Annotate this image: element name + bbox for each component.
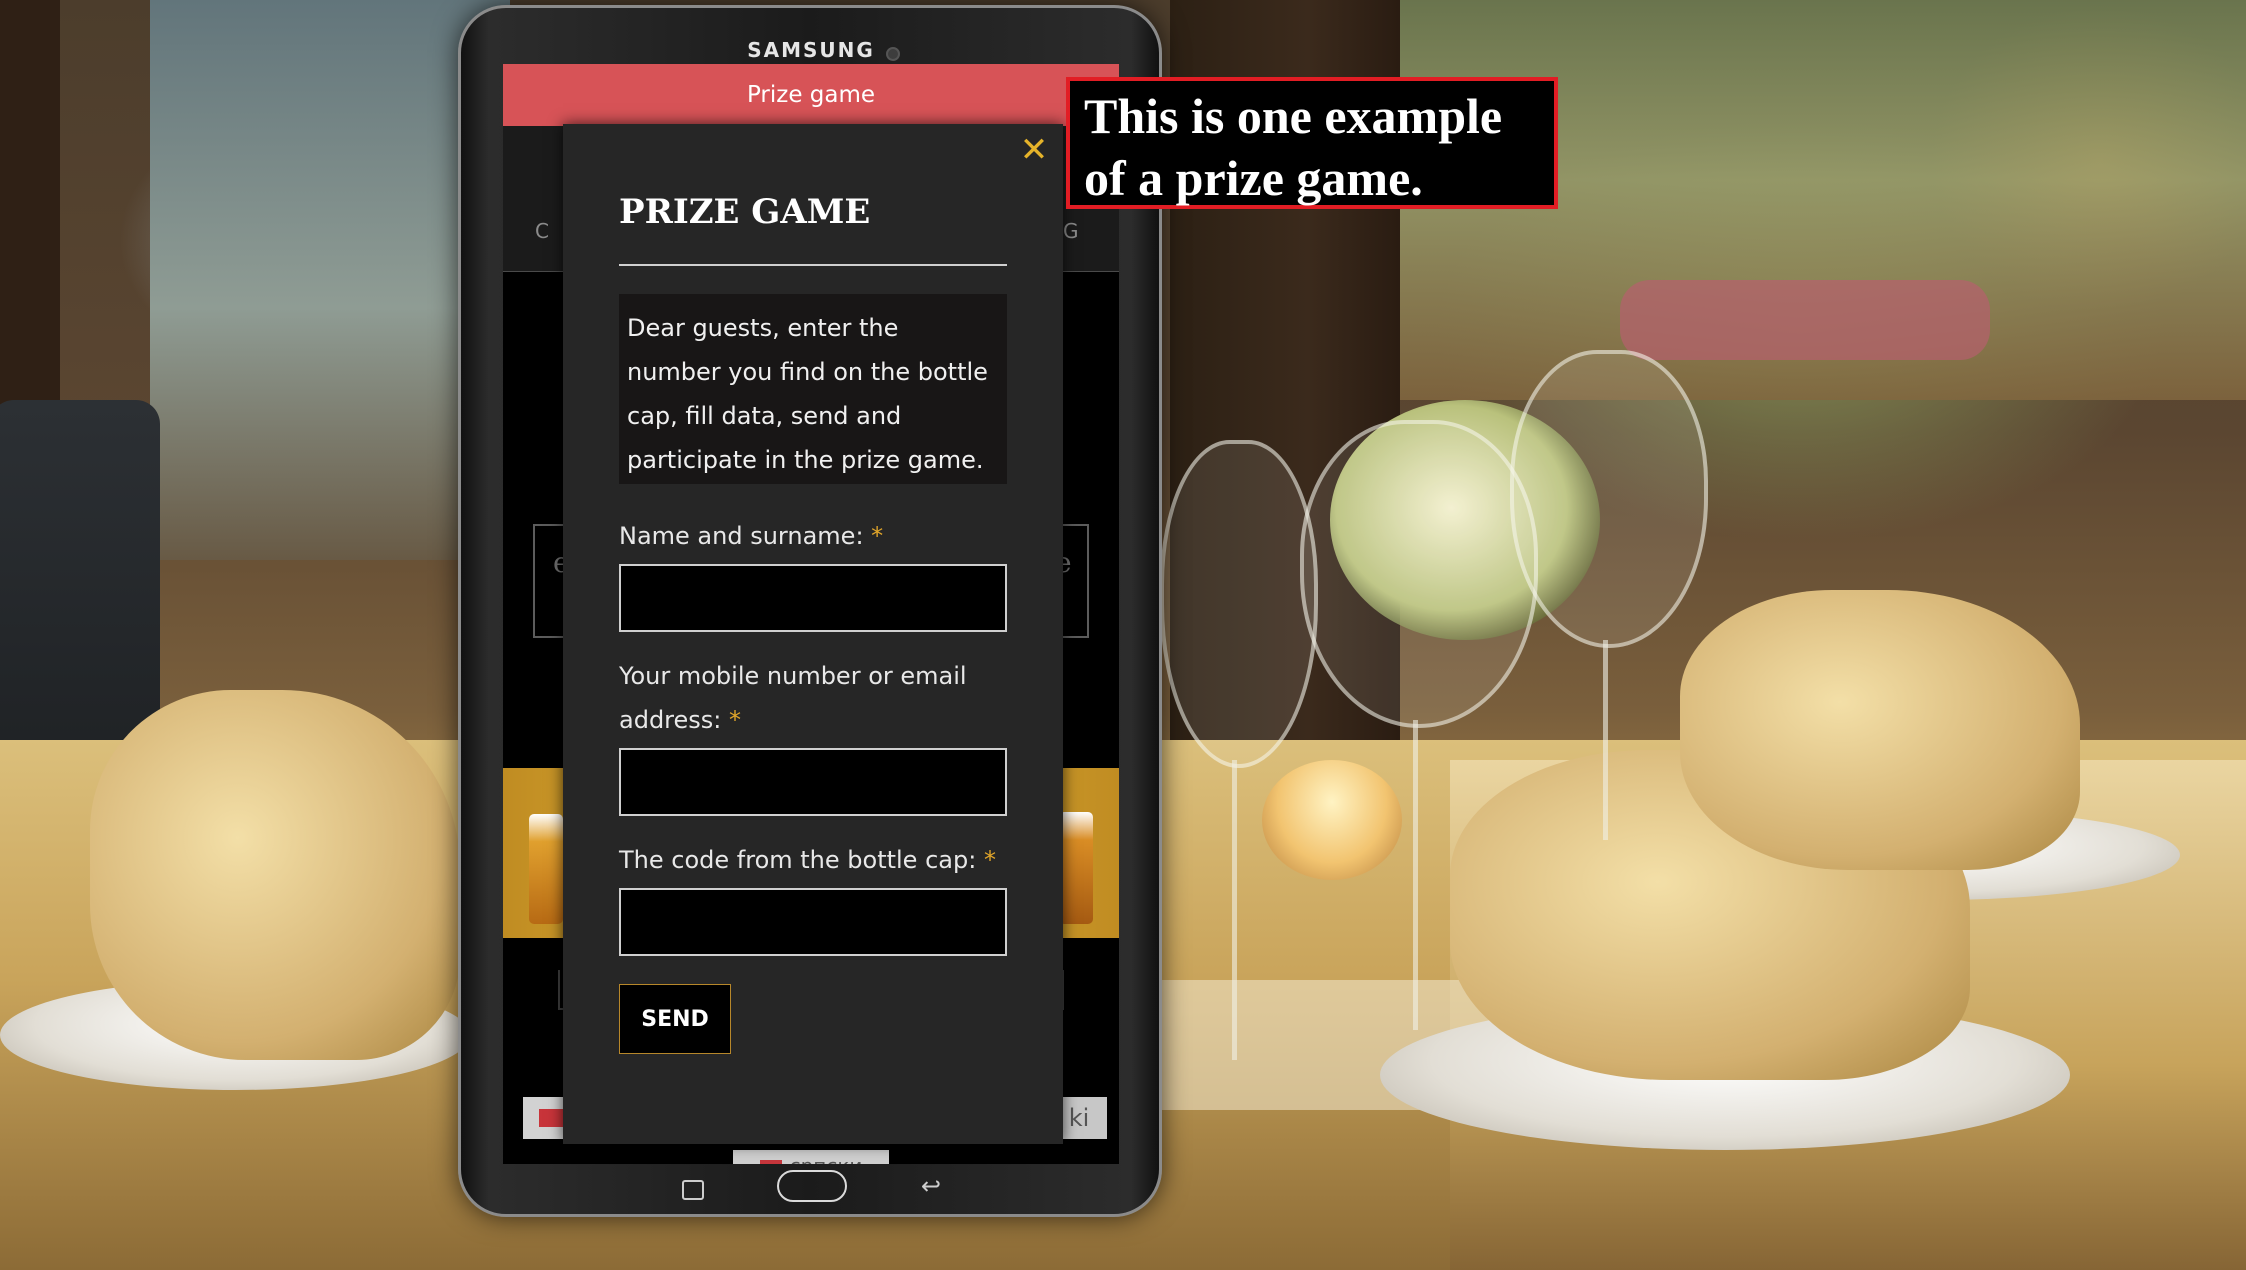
background-glass-3-stem [1603,640,1608,840]
background-napkin-left [90,690,460,1060]
front-camera [886,47,900,61]
contact-field-label: Your mobile number or email address: * [619,654,1007,742]
back-icon[interactable]: ↩ [921,1172,941,1200]
background-napkin-right-back [1680,590,2080,870]
required-marker: * [983,846,996,874]
send-button[interactable]: SEND [619,984,731,1054]
background-glass-2-stem [1413,720,1418,1030]
required-marker: * [729,706,742,734]
app-bar-title: Prize game [503,64,1119,126]
flag-icon [759,1160,782,1164]
close-icon[interactable]: ✕ [1018,133,1050,167]
background-glass-2 [1300,420,1538,728]
name-field-label: Name and surname: * [619,514,1007,558]
language-button-serbian[interactable]: српски [733,1150,889,1164]
code-field-label: The code from the bottle cap: * [619,838,1007,882]
required-marker: * [871,522,884,550]
flag-icon [539,1109,563,1127]
contact-field-label-text: Your mobile number or email address: [619,662,967,734]
name-field-label-text: Name and surname: [619,522,864,550]
code-field-label-text: The code from the bottle cap: [619,846,977,874]
tablet-brand: SAMSUNG [747,38,875,62]
name-input[interactable] [619,564,1007,632]
recent-apps-icon[interactable] [682,1180,704,1200]
title-divider [619,264,1007,266]
background-window-left [150,0,510,560]
background-pink-cushion [1620,280,1990,360]
modal-title: PRIZE GAME [619,192,871,232]
background-glass-3 [1510,350,1708,648]
background-candle [1262,760,1402,880]
instructions-text: Dear guests, enter the number you find o… [619,294,1007,484]
language-label-serbian: српски [790,1154,863,1164]
background-glass-1-stem [1232,760,1237,1060]
background-glass-1 [1160,440,1318,768]
annotation-callout: This is one example of a prize game. [1066,77,1558,209]
bottle-code-input[interactable] [619,888,1007,956]
prize-game-modal: ✕ PRIZE GAME Dear guests, enter the numb… [563,124,1063,1144]
nav-item-right-partial[interactable]: G [1063,219,1087,243]
contact-input[interactable] [619,748,1007,816]
home-icon[interactable] [777,1170,847,1202]
